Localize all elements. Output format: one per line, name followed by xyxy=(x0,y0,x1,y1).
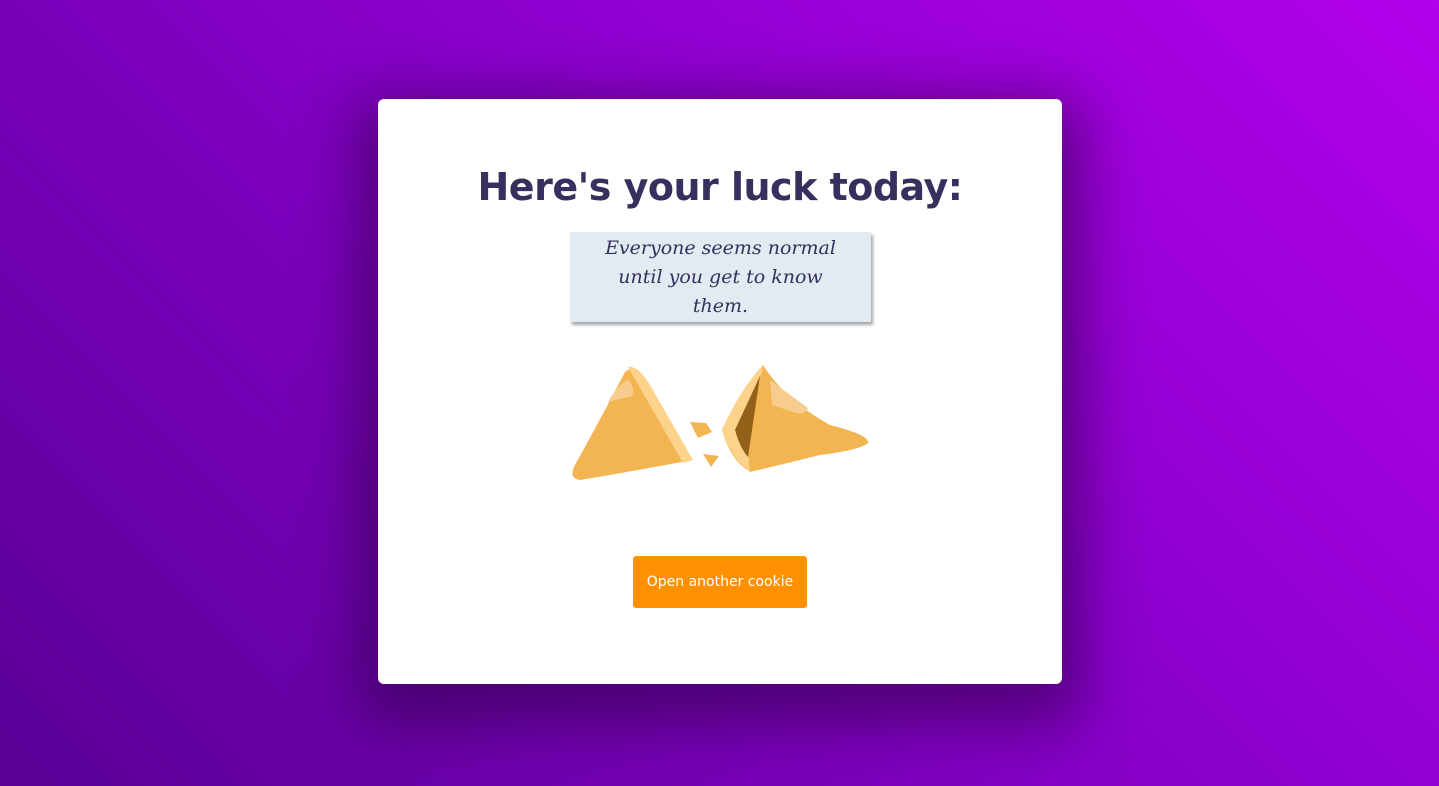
fortune-card: Here's your luck today: Everyone seems n… xyxy=(378,99,1062,684)
cookie-left-half xyxy=(572,366,693,480)
cookie-right-half xyxy=(722,365,869,472)
fortune-text: Everyone seems normal until you get to k… xyxy=(605,236,836,317)
fortune-paper: Everyone seems normal until you get to k… xyxy=(570,232,871,322)
page-title: Here's your luck today: xyxy=(477,165,964,209)
cookie-crumbs xyxy=(690,422,719,467)
open-another-cookie-button[interactable]: Open another cookie xyxy=(633,556,807,608)
broken-fortune-cookie-icon xyxy=(572,365,869,480)
